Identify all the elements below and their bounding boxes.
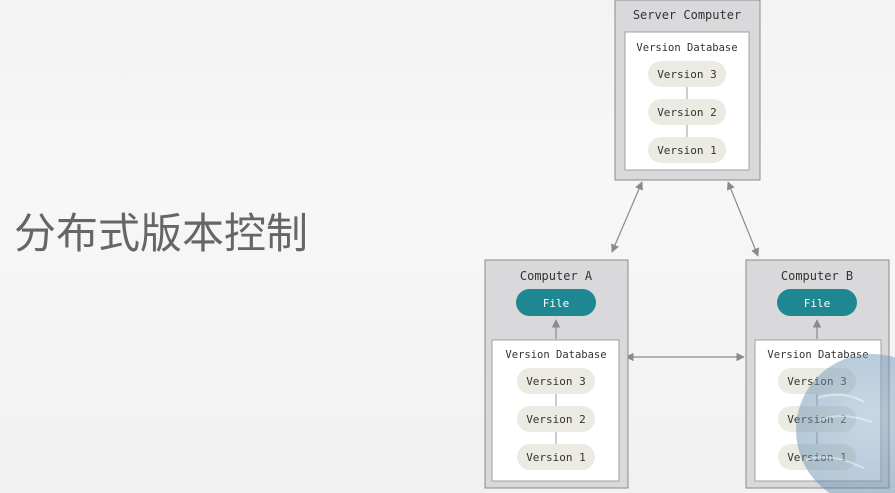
server-version-1-label: Version 1: [657, 144, 717, 157]
computer-b-label: Computer B: [781, 269, 853, 283]
computer-a-version-3-label: Version 3: [526, 375, 586, 388]
server-computer-label: Server Computer: [633, 8, 741, 22]
server-to-computer-b-arrow: [726, 181, 760, 257]
server-version-2-label: Version 2: [657, 106, 717, 119]
computer-a: Computer A File Version Database Version…: [484, 259, 629, 489]
server-computer: Server Computer Version Database Version…: [614, 0, 761, 181]
computer-a-version-database-label: Version Database: [505, 349, 606, 361]
server-to-computer-a-arrow: [611, 181, 643, 253]
computer-a-version-1-label: Version 1: [526, 451, 586, 464]
computer-a-label: Computer A: [520, 269, 593, 283]
computer-b-file-label: File: [804, 297, 831, 310]
slide-title: 分布式版本控制: [14, 209, 308, 258]
server-version-3-label: Version 3: [657, 68, 717, 81]
computer-a-file-label: File: [543, 297, 570, 310]
slide-canvas: 分布式版本控制 Server Computer Version Database…: [14, 0, 895, 493]
computer-a-version-2-label: Version 2: [526, 413, 586, 426]
server-version-database-label: Version Database: [636, 42, 737, 54]
